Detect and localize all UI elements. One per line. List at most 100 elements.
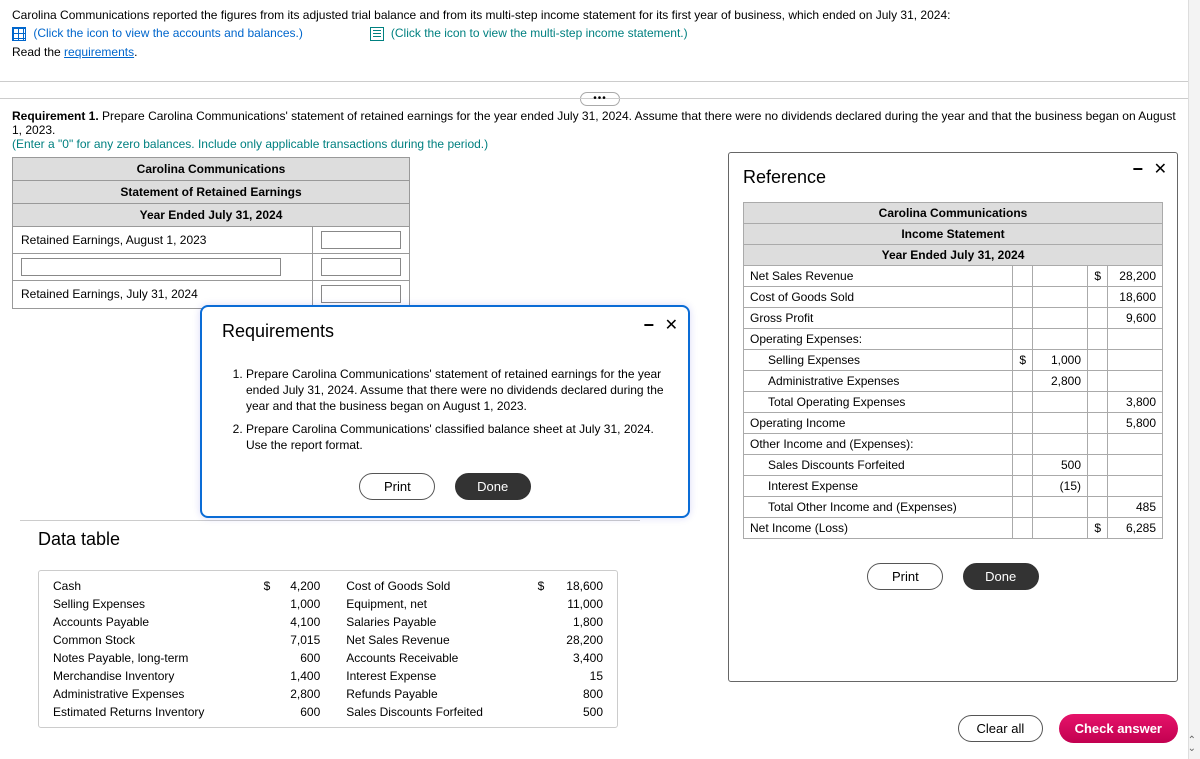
dt-dollar — [532, 649, 548, 667]
print-button[interactable]: Print — [867, 563, 943, 590]
inc-dollar — [1088, 371, 1108, 392]
inc-row-label: Total Operating Expenses — [744, 392, 1013, 413]
link-requirements[interactable]: requirements — [64, 45, 134, 59]
input-beg-re[interactable] — [321, 231, 401, 249]
dt-value: 1,400 — [274, 667, 324, 685]
inc-row-label: Selling Expenses — [744, 350, 1013, 371]
inc-amount — [1033, 287, 1088, 308]
inc-dollar — [1088, 455, 1108, 476]
inc-dollar — [1088, 392, 1108, 413]
inc-row-label: Operating Income — [744, 413, 1013, 434]
dt-label: Net Sales Revenue — [342, 631, 532, 649]
inc-amount — [1108, 350, 1163, 371]
inc-amount — [1108, 434, 1163, 455]
input-line-amount[interactable] — [321, 258, 401, 276]
page-scrollbar[interactable] — [1188, 0, 1200, 759]
stmt-header-period: Year Ended July 31, 2024 — [13, 203, 410, 226]
inc-dollar — [1013, 266, 1033, 287]
dt-label: Accounts Payable — [49, 613, 258, 631]
done-button[interactable]: Done — [963, 563, 1039, 590]
inc-amount — [1033, 518, 1088, 539]
reference-title: Reference — [743, 167, 1163, 188]
dt-dollar — [532, 703, 548, 721]
check-answer-button[interactable]: Check answer — [1059, 714, 1178, 743]
link-view-accounts[interactable]: (Click the icon to view the accounts and… — [33, 26, 302, 40]
dt-value: 18,600 — [548, 577, 607, 595]
collapse-toggle[interactable]: ••• — [580, 92, 620, 106]
inc-row-label: Operating Expenses: — [744, 329, 1013, 350]
inc-amount: 500 — [1033, 455, 1088, 476]
inc-row-label: Gross Profit — [744, 308, 1013, 329]
inc-amount — [1033, 308, 1088, 329]
inc-stmt-title: Income Statement — [744, 224, 1163, 245]
inc-dollar — [1088, 434, 1108, 455]
inc-amount: 3,800 — [1108, 392, 1163, 413]
clear-all-button[interactable]: Clear all — [958, 715, 1044, 742]
inc-dollar — [1013, 392, 1033, 413]
dt-value: 800 — [548, 685, 607, 703]
dt-value: 11,000 — [548, 595, 607, 613]
inc-amount — [1033, 434, 1088, 455]
dt-value: 4,100 — [274, 613, 324, 631]
data-table: Cash$4,200Cost of Goods Sold$18,600Selli… — [38, 570, 618, 728]
dt-label: Cash — [49, 577, 258, 595]
inc-row-label: Other Income and (Expenses): — [744, 434, 1013, 455]
inc-row-label: Total Other Income and (Expenses) — [744, 497, 1013, 518]
reference-panel: − ✕ Reference Carolina Communications In… — [728, 152, 1178, 682]
done-button[interactable]: Done — [455, 473, 531, 500]
inc-dollar: $ — [1088, 518, 1108, 539]
inc-amount — [1033, 497, 1088, 518]
requirement-item-1: Prepare Carolina Communications' stateme… — [246, 366, 668, 415]
read-the-text: Read the — [12, 45, 64, 59]
dt-value: 3,400 — [548, 649, 607, 667]
minimize-icon[interactable]: − — [1132, 159, 1143, 180]
inc-row-label: Net Income (Loss) — [744, 518, 1013, 539]
dt-label: Cost of Goods Sold — [342, 577, 532, 595]
inc-stmt-company: Carolina Communications — [744, 203, 1163, 224]
inc-amount: 1,000 — [1033, 350, 1088, 371]
input-line-label[interactable] — [21, 258, 281, 276]
requirements-title: Requirements — [222, 321, 668, 342]
inc-amount: 6,285 — [1108, 518, 1163, 539]
inc-dollar — [1088, 476, 1108, 497]
income-statement-table: Carolina Communications Income Statement… — [743, 202, 1163, 539]
inc-dollar — [1013, 455, 1033, 476]
inc-dollar: $ — [1013, 350, 1033, 371]
close-icon[interactable]: ✕ — [1154, 159, 1167, 179]
inc-dollar — [1088, 329, 1108, 350]
requirement-item-2: Prepare Carolina Communications' classif… — [246, 421, 668, 453]
inc-amount — [1108, 371, 1163, 392]
dt-dollar — [258, 667, 274, 685]
inc-dollar — [1088, 287, 1108, 308]
dt-label: Notes Payable, long-term — [49, 649, 258, 667]
close-icon[interactable]: ✕ — [665, 315, 678, 335]
dt-value: 600 — [274, 703, 324, 721]
dt-label: Administrative Expenses — [49, 685, 258, 703]
dt-label: Refunds Payable — [342, 685, 532, 703]
scroll-arrows-icon[interactable]: ⌃⌄ — [1188, 737, 1196, 753]
table-icon[interactable] — [12, 27, 26, 41]
inc-row-label: Cost of Goods Sold — [744, 287, 1013, 308]
dt-value: 1,800 — [548, 613, 607, 631]
dt-label: Common Stock — [49, 631, 258, 649]
dt-label: Equipment, net — [342, 595, 532, 613]
inc-amount: 28,200 — [1108, 266, 1163, 287]
print-button[interactable]: Print — [359, 473, 435, 500]
input-end-re[interactable] — [321, 285, 401, 303]
dt-value: 500 — [548, 703, 607, 721]
dt-label: Estimated Returns Inventory — [49, 703, 258, 721]
minimize-icon[interactable]: − — [643, 315, 654, 336]
dt-dollar — [258, 649, 274, 667]
dt-dollar: $ — [532, 577, 548, 595]
requirement-1-label: Requirement 1. Prepare Carolina Communic… — [12, 109, 1176, 137]
inc-amount: 2,800 — [1033, 371, 1088, 392]
doc-icon[interactable] — [370, 27, 384, 41]
inc-dollar — [1088, 413, 1108, 434]
dt-dollar — [258, 703, 274, 721]
dt-dollar — [532, 631, 548, 649]
link-view-income-stmt[interactable]: (Click the icon to view the multi-step i… — [391, 26, 688, 40]
prompt-line-1: Carolina Communications reported the fig… — [12, 8, 1188, 22]
requirement-1-sub: (Enter a "0" for any zero balances. Incl… — [12, 137, 488, 151]
dt-value: 15 — [548, 667, 607, 685]
inc-dollar: $ — [1088, 266, 1108, 287]
